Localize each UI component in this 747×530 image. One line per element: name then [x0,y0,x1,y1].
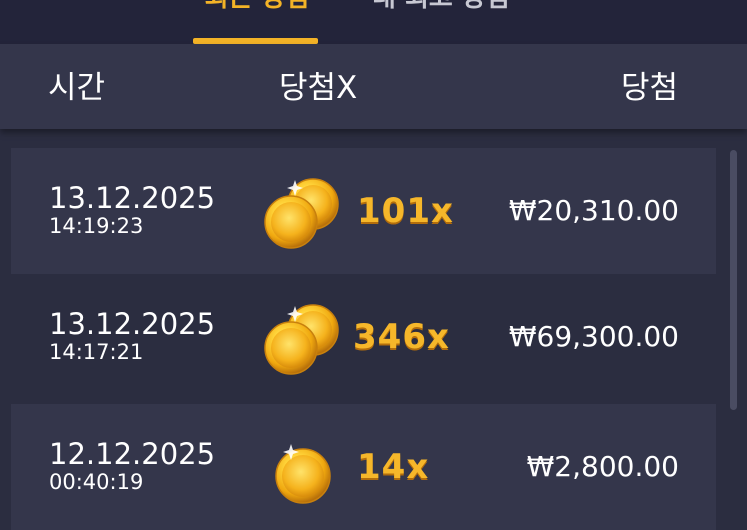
win-multiplier: 346x [353,317,450,357]
win-time: 14:19:23 [49,214,144,238]
tab-recent-wins[interactable]: 최근 당첨 [196,0,318,18]
win-date: 13.12.2025 [49,181,216,215]
column-header-multiplier: 당첨X [279,70,358,106]
column-header-time: 시간 [48,70,106,106]
win-date: 13.12.2025 [49,307,216,341]
list-item: 12.12.2025 00:40:19 14x ₩2,800.00 [11,404,716,530]
win-date: 12.12.2025 [49,437,216,471]
scrollbar[interactable] [730,150,737,410]
tab-bar: 최근 당첨 내 최고 당첨 [0,0,747,44]
list-item: 13.12.2025 14:17:21 346x ₩69,300.00 [11,274,716,400]
win-amount: ₩69,300.00 [508,320,679,353]
win-amount: ₩20,310.00 [508,194,679,227]
win-multiplier: 14x [357,447,430,487]
win-time: 00:40:19 [49,470,144,494]
list-item: 13.12.2025 14:19:23 101x ₩20,310.00 [11,148,716,274]
wins-list[interactable]: 13.12.2025 14:19:23 101x ₩20,310.00 13.1… [0,129,747,530]
gold-coin-icon [269,426,353,510]
gold-coins-icon [261,170,345,254]
column-header-win: 당첨 [620,70,678,106]
win-time: 14:17:21 [49,340,144,364]
gold-coins-icon [261,296,345,380]
win-amount: ₩2,800.00 [526,450,679,483]
win-multiplier: 101x [357,191,454,231]
column-header: 시간 당첨X 당첨 [0,44,747,129]
tab-my-top-wins[interactable]: 내 최고 당첨 [372,0,510,18]
